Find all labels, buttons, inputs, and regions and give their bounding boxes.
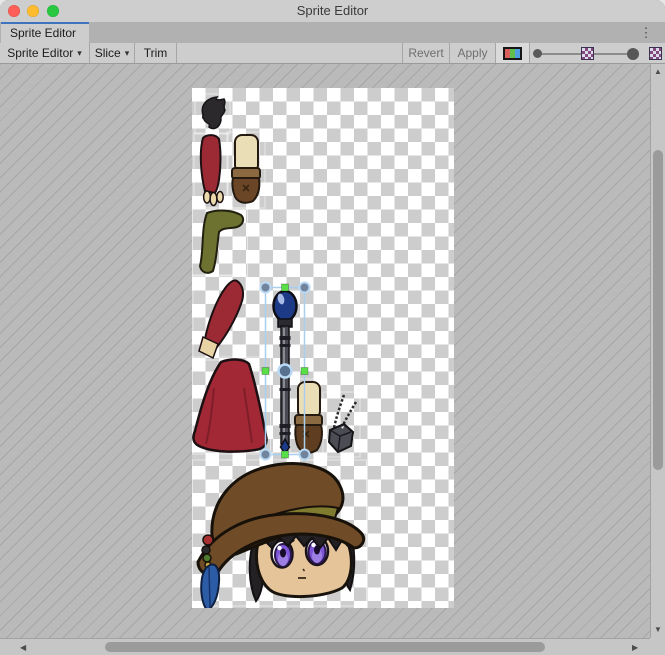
checkerboard-mip-icon <box>581 47 594 60</box>
sprite-character-head-with-wizard-hat[interactable] <box>198 464 364 608</box>
horizontal-scrollbar[interactable]: ◀ ▶ <box>0 638 650 655</box>
slice-dropdown[interactable]: Slice ▾ <box>90 43 134 63</box>
rgb-channels-icon <box>503 47 522 60</box>
scroll-down-icon[interactable]: ▼ <box>654 626 662 634</box>
vertical-scrollbar-thumb[interactable] <box>653 150 663 470</box>
tab-bar: Sprite Editor ⋮ <box>0 22 665 44</box>
selection-handle[interactable] <box>262 368 269 375</box>
selection-pivot-handle[interactable] <box>279 365 292 378</box>
toolbar: Sprite Editor ▾ Slice ▾ Trim Revert Appl… <box>0 43 665 64</box>
scroll-right-icon[interactable]: ▶ <box>632 644 638 652</box>
sprite-green-cape-piece[interactable] <box>200 211 243 273</box>
zoom-dot-icon <box>533 49 542 58</box>
chevron-down-icon: ▾ <box>125 48 130 59</box>
sprite-editor-window: Sprite Editor Sprite Editor ⋮ Sprite Edi… <box>0 0 665 655</box>
sprite-editor-dropdown[interactable]: Sprite Editor ▾ <box>0 43 89 63</box>
sprite-red-sleeve-with-hand[interactable] <box>201 135 223 205</box>
zoom-slider-handle[interactable] <box>627 48 639 60</box>
checkerboard-mip-icon <box>649 47 662 60</box>
trim-button[interactable]: Trim <box>135 43 176 63</box>
trim-button-label: Trim <box>144 46 168 60</box>
scroll-up-icon[interactable]: ▲ <box>654 68 662 76</box>
sprite-red-robe-skirt[interactable] <box>193 360 266 452</box>
rgb-alpha-toggle-button[interactable] <box>496 43 529 63</box>
selection-handle[interactable] <box>261 283 271 293</box>
toolbar-spacer <box>177 43 402 63</box>
sprite-hair-tuft[interactable] <box>202 97 225 129</box>
sprite-boot[interactable] <box>295 382 322 453</box>
sprite-pendant-necklace[interactable] <box>329 395 356 452</box>
revert-button-label: Revert <box>408 46 443 60</box>
zoom-mip-sliders <box>530 43 665 63</box>
chevron-down-icon: ▾ <box>77 48 82 59</box>
selection-handle[interactable] <box>261 450 271 460</box>
sprite-atlas-art <box>192 88 454 608</box>
selection-handle[interactable] <box>300 283 310 293</box>
selection-handle[interactable] <box>300 450 310 460</box>
selection-handle[interactable] <box>301 368 308 375</box>
horizontal-scrollbar-thumb[interactable] <box>105 642 545 652</box>
apply-button-label: Apply <box>457 46 487 60</box>
texture-atlas[interactable] <box>192 88 454 608</box>
sprite-boot[interactable] <box>232 135 260 203</box>
sprite-red-sleeve[interactable] <box>199 280 243 358</box>
scrollbar-corner <box>650 638 665 655</box>
revert-button[interactable]: Revert <box>403 43 449 63</box>
vertical-scrollbar[interactable]: ▲ ▼ <box>650 64 665 638</box>
titlebar[interactable]: Sprite Editor <box>0 0 665 23</box>
scroll-left-icon[interactable]: ◀ <box>20 644 26 652</box>
apply-button[interactable]: Apply <box>450 43 495 63</box>
slice-dropdown-label: Slice <box>95 46 121 60</box>
window-title: Sprite Editor <box>0 0 665 22</box>
tab-sprite-editor[interactable]: Sprite Editor <box>1 22 89 43</box>
tab-overflow-menu-icon[interactable]: ⋮ <box>638 23 654 42</box>
selection-handle[interactable] <box>282 284 289 291</box>
sprite-editor-dropdown-label: Sprite Editor <box>7 46 73 60</box>
selection-handle[interactable] <box>282 451 289 458</box>
